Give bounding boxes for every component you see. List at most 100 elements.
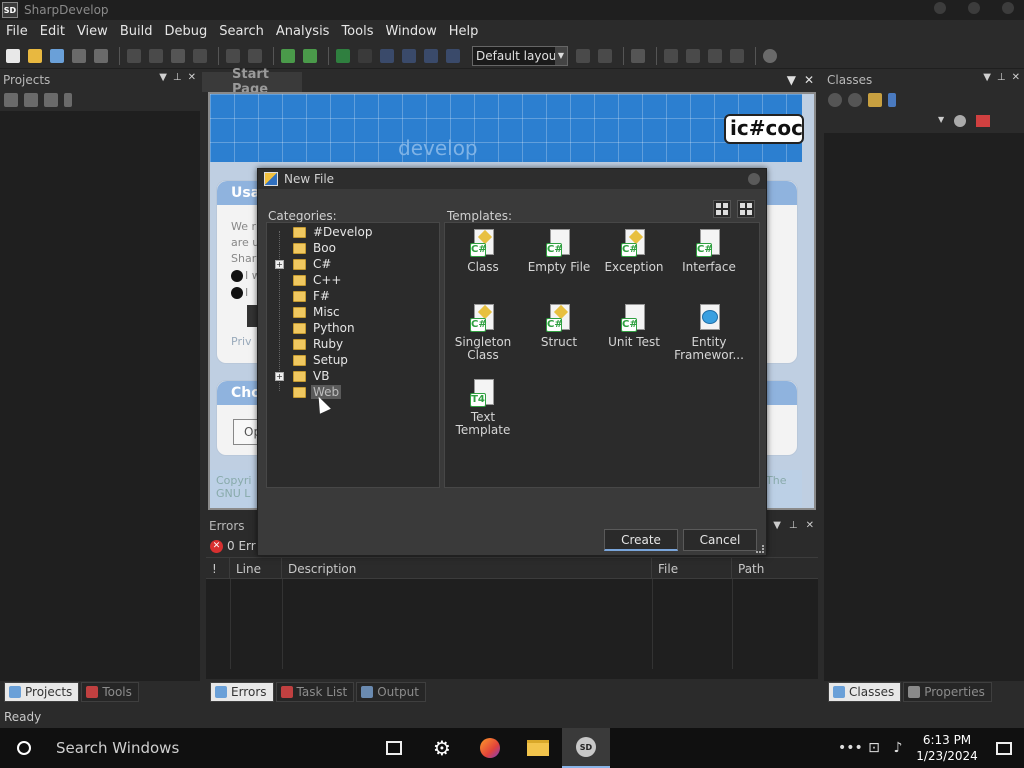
taskbar-clock[interactable]: 6:13 PM 1/23/2024 [910, 732, 984, 764]
tab-errors[interactable]: Errors [210, 682, 274, 702]
find-button[interactable] [761, 47, 779, 65]
minimize-button[interactable] [934, 2, 946, 14]
create-button[interactable]: Create [604, 529, 678, 551]
pin-icon[interactable]: ⊥ [173, 72, 182, 83]
tab-output[interactable]: Output [356, 682, 426, 702]
panel-menu-icon[interactable]: ▼ [159, 72, 167, 83]
close-window-button[interactable] [1002, 2, 1014, 14]
document-list-icon[interactable]: ▼ [787, 73, 796, 87]
column-line[interactable]: Line [230, 558, 282, 578]
radio-button[interactable] [231, 286, 243, 299]
search-icon[interactable] [954, 115, 966, 127]
close-icon[interactable]: ✕ [1012, 72, 1020, 83]
category-python[interactable]: Python [267, 320, 437, 336]
menu-build[interactable]: Build [114, 24, 159, 39]
tab-projects[interactable]: Projects [4, 682, 80, 702]
copy-button[interactable] [147, 47, 165, 65]
template-entity-framework[interactable]: Entity Framewor... [671, 304, 747, 362]
menu-edit[interactable]: Edit [34, 24, 71, 39]
forward-icon[interactable] [848, 93, 862, 107]
clear-search-icon[interactable] [976, 115, 990, 127]
prev-bookmark-button[interactable] [596, 47, 614, 65]
tab-properties[interactable]: Properties [903, 682, 992, 702]
volume-muted-icon[interactable]: ♪ [886, 740, 910, 756]
category-vb[interactable]: + VB [267, 368, 437, 384]
column-file[interactable]: File [652, 558, 732, 578]
category-web[interactable]: Web [267, 384, 437, 400]
add-item-icon[interactable] [24, 93, 38, 107]
menu-search[interactable]: Search [213, 24, 270, 39]
redo-button[interactable] [246, 47, 264, 65]
tab-tools[interactable]: Tools [81, 682, 139, 702]
resize-grip[interactable] [756, 545, 764, 553]
maximize-button[interactable] [968, 2, 980, 14]
menu-view[interactable]: View [71, 24, 114, 39]
collapse-all-icon[interactable] [4, 93, 18, 107]
column-path[interactable]: Path [732, 558, 814, 578]
cut-button[interactable] [125, 47, 143, 65]
more-icons-icon[interactable]: ••• [838, 740, 863, 756]
category-misc[interactable]: Misc [267, 304, 437, 320]
layout-dropdown[interactable]: Default layout ▼ [472, 45, 568, 66]
close-dialog-button[interactable] [748, 173, 760, 185]
file-explorer-taskbar-button[interactable] [514, 728, 562, 768]
menu-tools[interactable]: Tools [335, 24, 379, 39]
comment-button[interactable] [662, 47, 680, 65]
step-out-button[interactable] [444, 47, 462, 65]
template-class[interactable]: C# Class [445, 229, 521, 274]
network-icon[interactable]: ⊡ [862, 740, 886, 756]
radio-button[interactable] [231, 269, 243, 282]
start-button[interactable] [0, 728, 48, 768]
category-csharp[interactable]: + C# [267, 256, 437, 272]
outdent-button[interactable] [728, 47, 746, 65]
error-count-toggle[interactable]: 0 Err [227, 539, 256, 553]
pin-icon[interactable]: ⊥ [997, 72, 1006, 83]
step-into-button[interactable] [422, 47, 440, 65]
category-cpp[interactable]: C++ [267, 272, 437, 288]
small-icons-view-button[interactable] [737, 200, 755, 218]
menu-window[interactable]: Window [379, 24, 442, 39]
bookmark-button[interactable] [574, 47, 592, 65]
new-file-button[interactable] [4, 47, 22, 65]
expand-icon[interactable]: + [275, 259, 284, 269]
taskbar-search[interactable]: Search Windows [56, 739, 370, 757]
category-setup[interactable]: Setup [267, 352, 437, 368]
close-icon[interactable]: ✕ [188, 72, 196, 83]
privacy-link[interactable]: Priv [231, 335, 252, 348]
sharpdevelop-taskbar-button[interactable]: SD [562, 728, 610, 768]
menu-file[interactable]: File [0, 24, 34, 39]
build-button[interactable] [279, 47, 297, 65]
settings-taskbar-button[interactable]: ⚙ [418, 728, 466, 768]
template-text-template[interactable]: T4 Text Template [445, 379, 521, 437]
usage-option-2[interactable]: I [231, 286, 248, 299]
template-unit-test[interactable]: C# Unit Test [596, 304, 672, 349]
format-button[interactable] [629, 47, 647, 65]
pin-icon[interactable]: ⊥ [789, 517, 798, 535]
run-button[interactable] [334, 47, 352, 65]
chevron-down-icon[interactable]: ▼ [938, 115, 944, 124]
back-icon[interactable] [828, 93, 842, 107]
menu-debug[interactable]: Debug [158, 24, 213, 39]
template-singleton-class[interactable]: C# Singleton Class [445, 304, 521, 362]
close-icon[interactable]: ✕ [806, 517, 814, 535]
notifications-button[interactable] [984, 741, 1024, 755]
template-interface[interactable]: C# Interface [671, 229, 747, 274]
panel-menu-icon[interactable]: ▼ [983, 72, 991, 83]
uncomment-button[interactable] [684, 47, 702, 65]
refresh-icon[interactable] [44, 93, 58, 107]
template-empty-file[interactable]: C# Empty File [521, 229, 597, 274]
save-all-button[interactable] [92, 47, 110, 65]
open-project-button[interactable] [48, 47, 66, 65]
pause-button[interactable] [356, 47, 374, 65]
expand-icon[interactable]: + [275, 371, 284, 381]
panel-menu-icon[interactable]: ▼ [773, 517, 781, 535]
large-icons-view-button[interactable] [713, 200, 731, 218]
column-description[interactable]: Description [282, 558, 652, 578]
menu-analysis[interactable]: Analysis [270, 24, 336, 39]
template-exception[interactable]: C# Exception [596, 229, 672, 274]
column-priority[interactable]: ! [206, 558, 230, 578]
close-document-icon[interactable]: ✕ [804, 73, 814, 87]
indent-button[interactable] [706, 47, 724, 65]
category-ruby[interactable]: Ruby [267, 336, 437, 352]
undo-button[interactable] [224, 47, 242, 65]
